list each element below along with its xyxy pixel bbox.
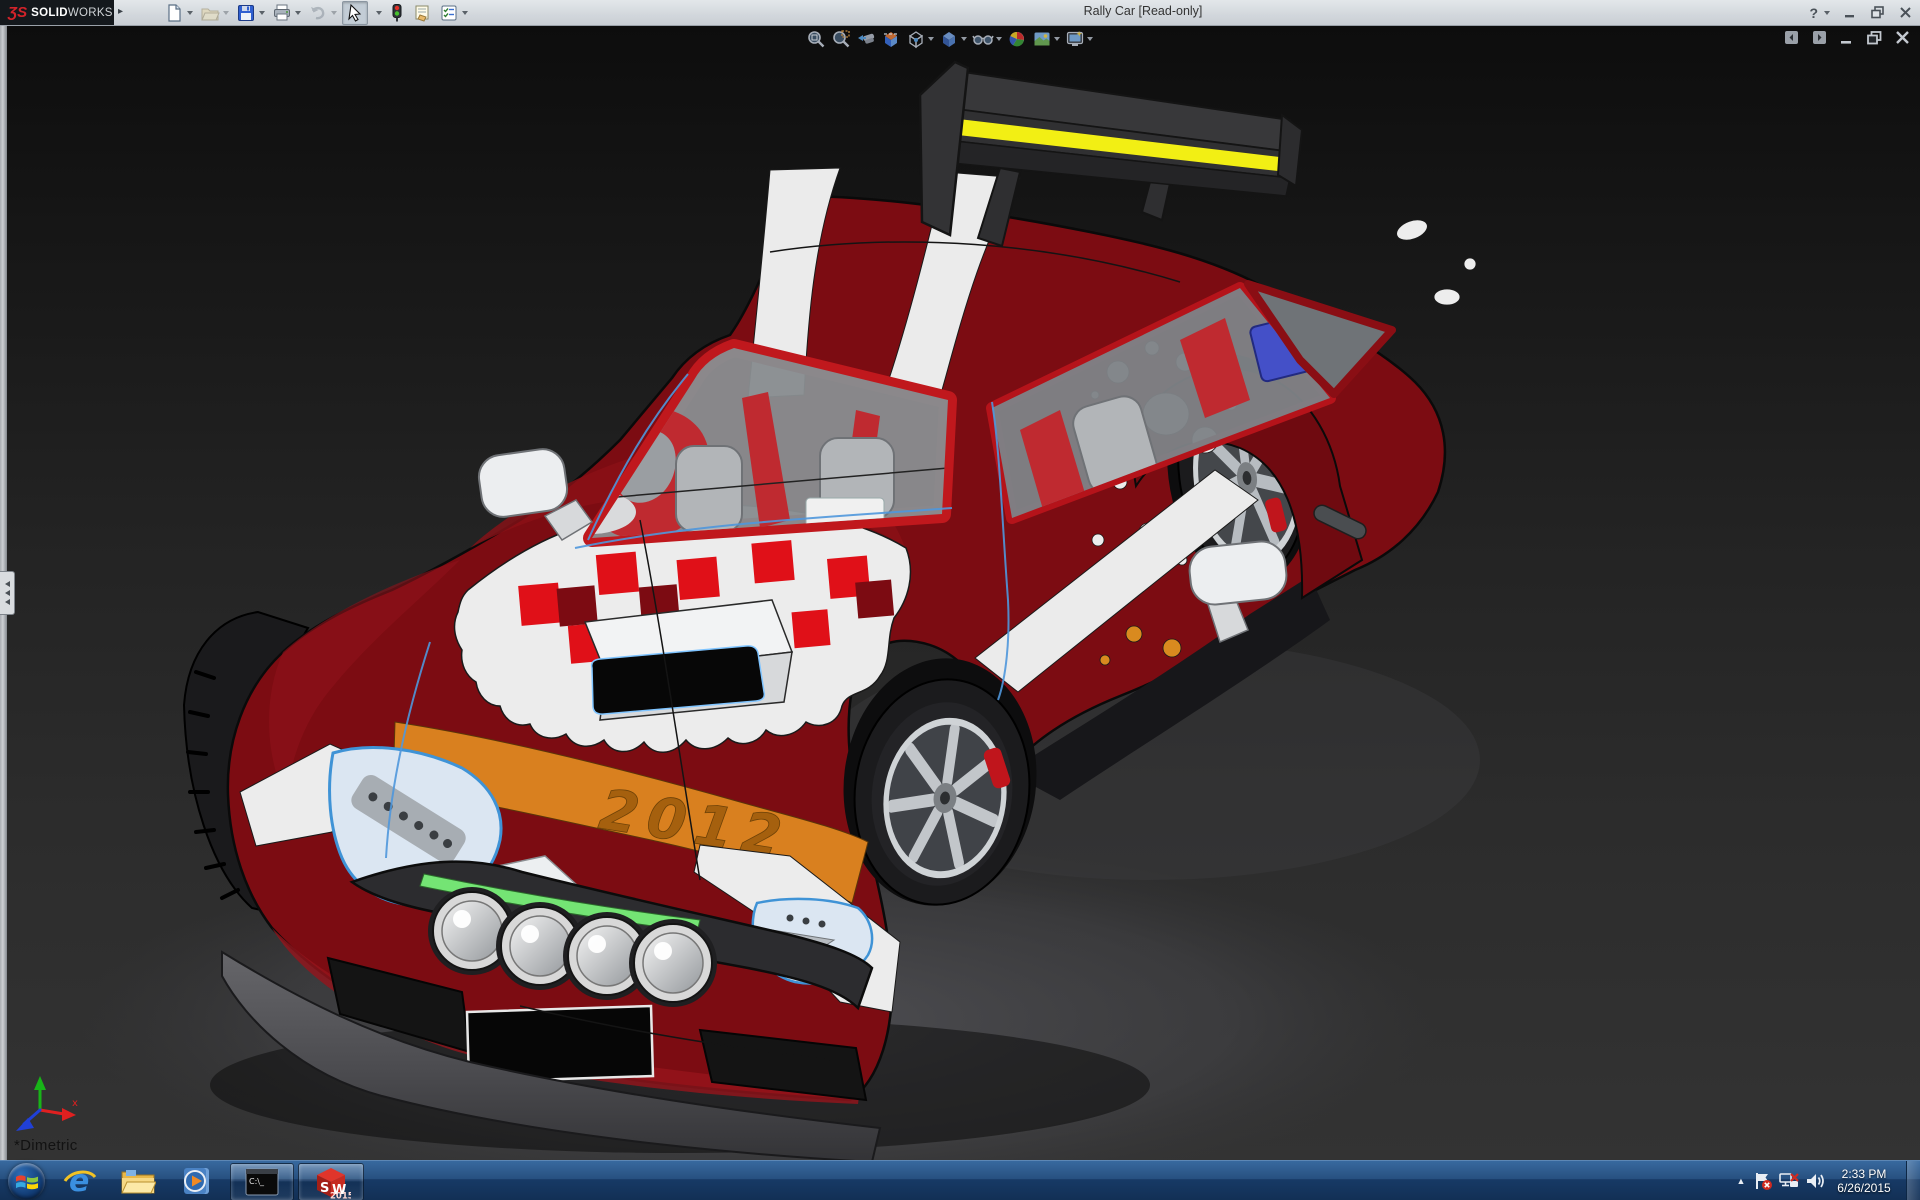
main-toolbar [162,1,473,24]
orientation-triad: x [16,1076,78,1131]
media-player-icon [180,1166,212,1196]
undo-icon [308,3,328,23]
select-button[interactable] [342,1,368,25]
menu-expand-arrow-icon[interactable]: ▸ [118,6,123,17]
rebuild-button[interactable] [387,2,407,24]
svg-text:x: x [72,1098,78,1109]
stoplight-icon [389,3,405,23]
windows-taskbar: e C:\_ [0,1160,1920,1200]
svg-text:e: e [69,1165,89,1197]
svg-text:S: S [320,1181,329,1196]
undo-dropdown[interactable] [331,11,337,15]
view-orientation-label: *Dimetric [14,1137,78,1154]
solidworks-screen: ƷS SOLID WORKS ▸ [0,0,1920,1200]
options-icon [439,3,459,23]
help-dropdown[interactable] [1824,11,1830,15]
network-status-button[interactable] [1776,1171,1802,1191]
solidworks-2015-button[interactable]: S W 2015 [298,1163,364,1200]
folder-icon [120,1166,156,1196]
print-dropdown[interactable] [295,11,301,15]
open-document-button[interactable] [198,2,231,24]
network-error-icon [1778,1171,1800,1191]
windows-flag-icon [15,1171,39,1193]
print-icon [272,3,292,23]
save-icon [236,3,256,23]
options-dropdown[interactable] [462,11,468,15]
document-title: Rally Car [Read-only] [1084,4,1203,18]
close-button[interactable] [1899,6,1912,19]
show-desktop-button[interactable] [1906,1161,1920,1200]
solidworks-logo: ƷS SOLID WORKS [0,0,114,25]
new-document-dropdown[interactable] [187,11,193,15]
action-center-button[interactable] [1750,1171,1776,1191]
media-player-button[interactable] [174,1164,218,1198]
taskbar-clock[interactable]: 2:33 PM 6/26/2015 [1828,1167,1900,1195]
save-button[interactable] [234,2,267,24]
internet-explorer-button[interactable]: e [58,1164,102,1198]
title-bar: ƷS SOLID WORKS ▸ [0,0,1920,26]
action-center-flag-icon [1753,1171,1773,1191]
windows-explorer-button[interactable] [116,1164,160,1198]
select-cursor-icon [345,3,365,23]
solidworks-2015-icon: S W 2015 [311,1165,351,1199]
rally-car-model[interactable]: 2012 [0,25,1920,1160]
restore-button[interactable] [1871,6,1885,19]
start-button[interactable] [8,1163,45,1200]
new-document-icon [164,3,184,23]
solidworks-logo-text-light: WORKS [68,7,113,19]
solidworks-logo-text-bold: SOLID [31,7,68,19]
svg-text:C:\_: C:\_ [249,1177,265,1186]
tray-expand-button[interactable]: ▲ [1732,1176,1750,1186]
open-document-dropdown[interactable] [223,11,229,15]
clock-date: 6/26/2015 [1828,1181,1900,1195]
new-document-button[interactable] [162,2,195,24]
command-prompt-icon: C:\_ [245,1167,279,1197]
options-button[interactable] [437,2,470,24]
volume-button[interactable] [1802,1171,1828,1191]
help-button[interactable]: ? [1809,6,1818,20]
file-properties-icon [412,3,432,23]
command-prompt-button[interactable]: C:\_ [230,1163,294,1200]
volume-icon [1804,1171,1826,1191]
open-document-icon [200,3,220,23]
solidworks-logo-mark: ƷS [8,4,27,21]
clock-time: 2:33 PM [1828,1167,1900,1181]
save-dropdown[interactable] [259,11,265,15]
svg-text:2015: 2015 [330,1192,351,1200]
print-button[interactable] [270,2,303,24]
minimize-button[interactable] [1844,6,1857,19]
internet-explorer-icon: e [63,1165,97,1197]
undo-button[interactable] [306,2,339,24]
file-properties-button[interactable] [410,2,434,24]
app-window-controls: ? [1809,0,1912,25]
graphics-viewport[interactable]: 2012 [0,25,1920,1160]
select-dropdown[interactable] [371,10,384,16]
system-tray: ▲ [1732,1161,1920,1200]
